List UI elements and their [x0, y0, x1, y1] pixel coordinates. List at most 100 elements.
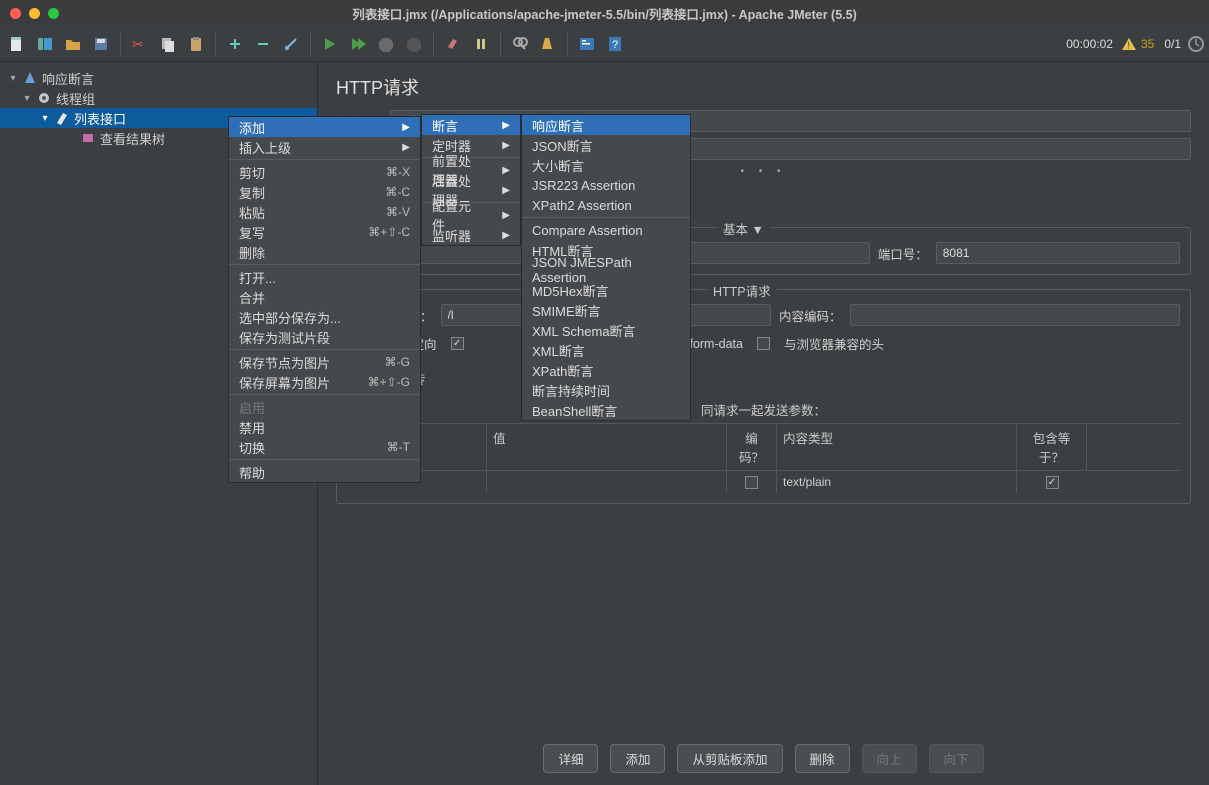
assert-duration[interactable]: 断言持续时间: [522, 380, 690, 400]
assert-xmlschema[interactable]: XML Schema断言: [522, 320, 690, 340]
menu-merge[interactable]: 合并: [229, 287, 420, 307]
tree-item-label: 响应断言: [42, 69, 94, 88]
add-submenu[interactable]: 断言▶ 定时器▶ 前置处理器▶ 后置处理器▶ 配置元件▶ 监听器▶: [421, 114, 521, 246]
elapsed-time: 00:00:02: [1066, 37, 1113, 51]
tree-item-label: 线程组: [56, 89, 95, 108]
cut-button[interactable]: ✂: [127, 31, 153, 57]
add-from-clipboard-button[interactable]: 从剪贴板添加: [677, 744, 782, 773]
encoding-input[interactable]: [850, 304, 1180, 326]
menu-enable: 启用: [229, 397, 420, 417]
row-encode-checkbox[interactable]: [745, 476, 758, 489]
clear-all-button[interactable]: [468, 31, 494, 57]
http-request-group: HTTP请求 ▾ 路径： 内容编码： 跟随重定向 ultipart / form…: [336, 289, 1191, 504]
templates-button[interactable]: [32, 31, 58, 57]
help-button[interactable]: ?: [602, 31, 628, 57]
move-down-button[interactable]: 向下: [929, 744, 984, 773]
run-button[interactable]: [317, 31, 343, 57]
tree-item-threadgroup[interactable]: ▾ 线程组: [0, 88, 317, 108]
status-counts: ! 35 0/1: [1121, 35, 1205, 53]
shutdown-button[interactable]: [401, 31, 427, 57]
move-up-button[interactable]: 向上: [862, 744, 917, 773]
assert-beanshell[interactable]: BeanShell断言: [522, 400, 690, 420]
assert-compare[interactable]: Compare Assertion: [522, 220, 690, 240]
assert-json[interactable]: JSON断言: [522, 135, 690, 155]
port-input[interactable]: [936, 242, 1180, 264]
warning-icon: !: [1121, 37, 1137, 51]
assert-xml[interactable]: XML断言: [522, 340, 690, 360]
context-menu[interactable]: 添加▶ 插入上级▶ 剪切⌘-X 复制⌘-C 粘贴⌘-V 复写⌘+⇧-C 删除 打…: [228, 116, 421, 483]
sampler-icon: [54, 110, 70, 126]
assert-jsr223[interactable]: JSR223 Assertion: [522, 175, 690, 195]
row-include-checkbox[interactable]: [1046, 476, 1059, 489]
menu-open[interactable]: 打开...: [229, 267, 420, 287]
run-no-pause-button[interactable]: [345, 31, 371, 57]
menu-paste[interactable]: 粘贴⌘-V: [229, 202, 420, 222]
submenu-assertions[interactable]: 断言▶: [422, 115, 520, 135]
threads-icon[interactable]: [1187, 35, 1205, 53]
assert-xpath[interactable]: XPath断言: [522, 360, 690, 380]
svg-text:!: !: [1127, 41, 1130, 51]
tree-item-label: 列表接口: [74, 109, 126, 128]
expand-button[interactable]: [222, 31, 248, 57]
menu-add[interactable]: 添加▶: [229, 117, 420, 137]
menu-save-fragment[interactable]: 保存为测试片段: [229, 327, 420, 347]
assert-jmespath[interactable]: JSON JMESPath Assertion: [522, 260, 690, 280]
save-button[interactable]: [88, 31, 114, 57]
port-label: 端口号：: [878, 244, 928, 263]
col-include: 包含等于？: [1017, 424, 1087, 470]
menu-save-screen-image[interactable]: 保存屏幕为图片⌘+⇧-G: [229, 372, 420, 392]
assertions-submenu[interactable]: 响应断言 JSON断言 大小断言 JSR223 Assertion XPath2…: [521, 114, 691, 421]
toolbar: ✂ ? 00:00:02 ! 35 0/1: [0, 27, 1209, 62]
col-value: 值: [487, 424, 727, 470]
window-title: 列表接口.jmx (/Applications/apache-jmeter-5.…: [0, 4, 1209, 23]
menu-disable[interactable]: 禁用: [229, 417, 420, 437]
submenu-config[interactable]: 配置元件▶: [422, 205, 520, 225]
titlebar: 列表接口.jmx (/Applications/apache-jmeter-5.…: [0, 0, 1209, 27]
table-row[interactable]: text/plain: [347, 471, 1180, 493]
delete-row-button[interactable]: 删除: [795, 744, 850, 773]
bottom-button-bar: 详细 添加 从剪贴板添加 删除 向上 向下: [318, 744, 1209, 773]
col-encode: 编码？: [727, 424, 777, 470]
search-button[interactable]: [507, 31, 533, 57]
basic-legend: 基本 ▼: [717, 219, 770, 238]
open-file-button[interactable]: [60, 31, 86, 57]
menu-insert-parent[interactable]: 插入上级▶: [229, 137, 420, 157]
menu-copy[interactable]: 复制⌘-C: [229, 182, 420, 202]
add-row-button[interactable]: 添加: [610, 744, 665, 773]
menu-cut[interactable]: 剪切⌘-X: [229, 162, 420, 182]
warn-count: 35: [1141, 37, 1154, 51]
svg-text:?: ?: [612, 39, 618, 51]
assert-response[interactable]: 响应断言: [522, 115, 690, 135]
collapse-button[interactable]: [250, 31, 276, 57]
editor-heading: HTTP请求: [336, 74, 1191, 100]
menu-save-node-image[interactable]: 保存节点为图片⌘-G: [229, 352, 420, 372]
clear-button[interactable]: [440, 31, 466, 57]
copy-button[interactable]: [155, 31, 181, 57]
browser-compat-label: 与浏览器兼容的头: [784, 334, 884, 353]
menu-help[interactable]: 帮助: [229, 462, 420, 482]
function-helper-button[interactable]: [574, 31, 600, 57]
toggle-button[interactable]: [278, 31, 304, 57]
new-file-button[interactable]: [4, 31, 30, 57]
assert-smime[interactable]: SMIME断言: [522, 300, 690, 320]
menu-save-selection[interactable]: 选中部分保存为...: [229, 307, 420, 327]
tree-item-assertion[interactable]: ▾ 响应断言: [0, 68, 317, 88]
browser-compat-checkbox[interactable]: [757, 337, 770, 350]
menu-toggle[interactable]: 切换⌘-T: [229, 437, 420, 457]
assert-xpath2[interactable]: XPath2 Assertion: [522, 195, 690, 215]
row-content-type: text/plain: [777, 471, 1017, 493]
menu-duplicate[interactable]: 复写⌘+⇧-C: [229, 222, 420, 242]
submenu-listener[interactable]: 监听器▶: [422, 225, 520, 245]
listener-icon: [80, 130, 96, 146]
paste-button[interactable]: [183, 31, 209, 57]
reset-search-button[interactable]: [535, 31, 561, 57]
assert-size[interactable]: 大小断言: [522, 155, 690, 175]
stop-button[interactable]: [373, 31, 399, 57]
keepalive-checkbox[interactable]: [451, 337, 464, 350]
svg-text:✂: ✂: [132, 36, 144, 52]
encoding-label: 内容编码：: [779, 306, 842, 325]
gear-icon: [36, 90, 52, 106]
detail-button[interactable]: 详细: [543, 744, 598, 773]
params-caption: 同请求一起发送参数：: [347, 400, 1180, 419]
menu-delete[interactable]: 删除: [229, 242, 420, 262]
